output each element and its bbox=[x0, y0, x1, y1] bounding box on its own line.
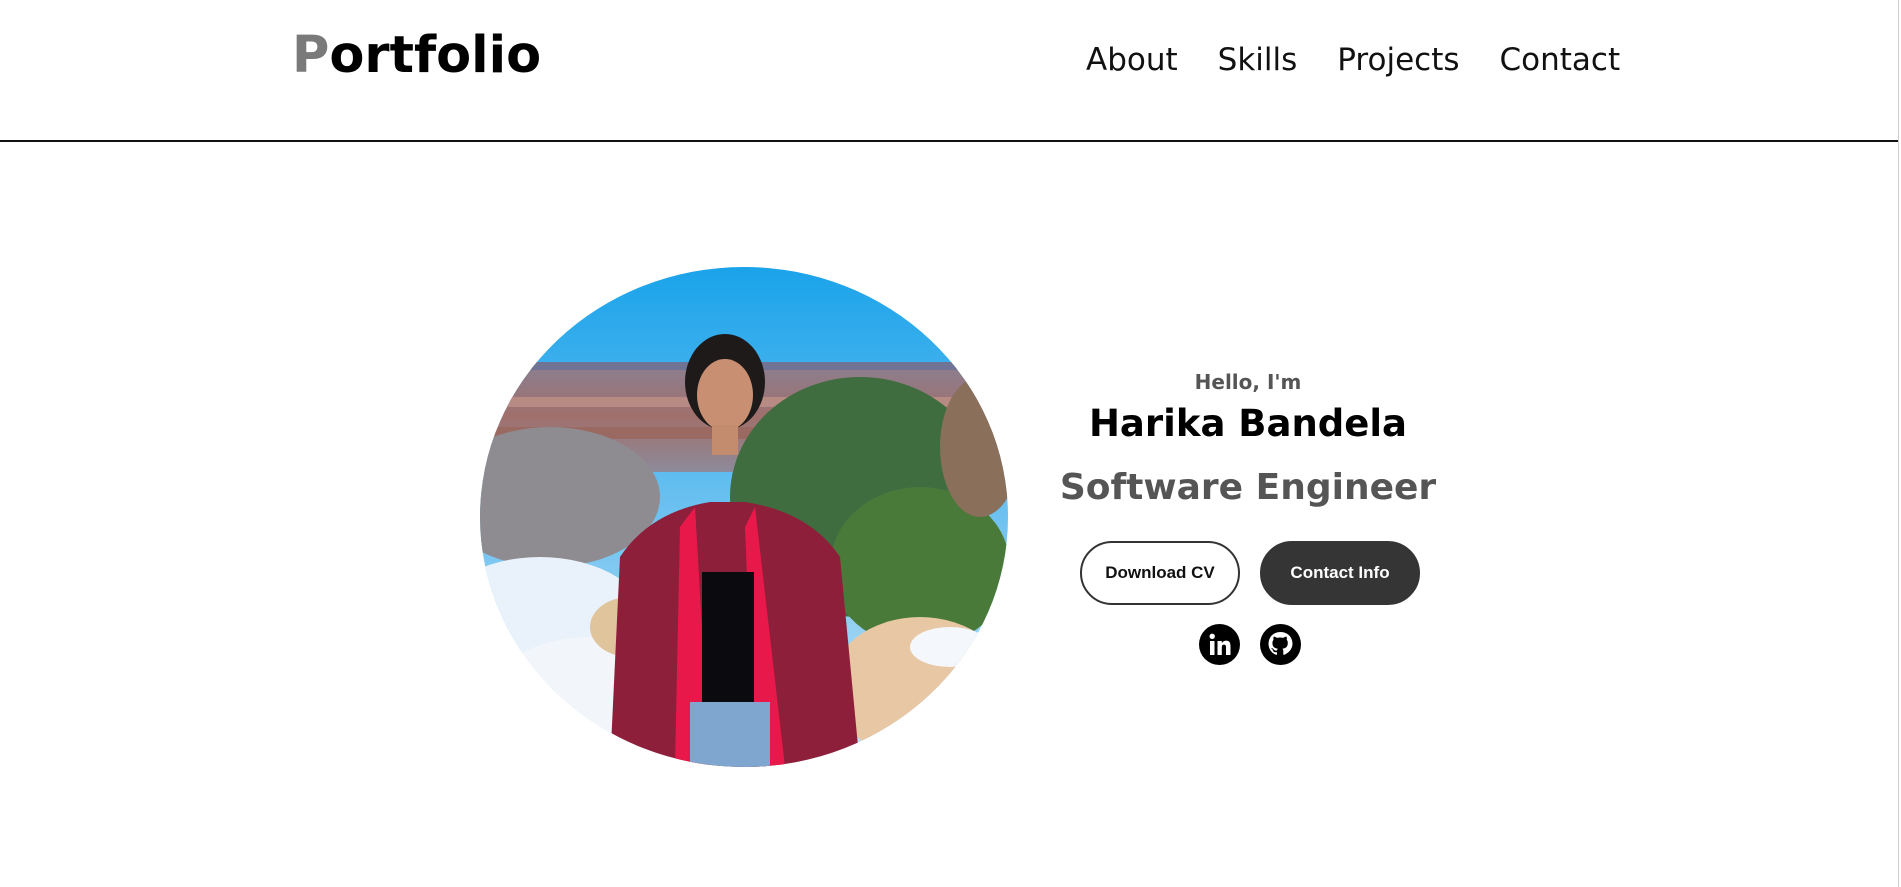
nav-about[interactable]: About bbox=[1086, 43, 1178, 77]
logo-rest: ortfolio bbox=[329, 26, 542, 85]
main-nav: About Skills Projects Contact bbox=[1086, 43, 1620, 77]
intro-section: Hello, I'm Harika Bandela Software Engin… bbox=[1048, 370, 1448, 508]
contact-info-button[interactable]: Contact Info bbox=[1260, 541, 1420, 605]
site-header: Portfolio About Skills Projects Contact bbox=[0, 0, 1899, 142]
greeting-text: Hello, I'm bbox=[1194, 370, 1302, 394]
nav-projects[interactable]: Projects bbox=[1337, 43, 1459, 77]
job-title: Software Engineer bbox=[1059, 467, 1437, 508]
social-links bbox=[1199, 624, 1301, 665]
profile-picture bbox=[480, 267, 1008, 767]
logo-first-letter: P bbox=[292, 26, 330, 85]
nav-skills[interactable]: Skills bbox=[1218, 43, 1298, 77]
linkedin-icon[interactable] bbox=[1199, 624, 1240, 665]
portfolio-page: Portfolio About Skills Projects Contact bbox=[0, 0, 1901, 887]
download-cv-button[interactable]: Download CV bbox=[1080, 541, 1240, 605]
nav-contact[interactable]: Contact bbox=[1500, 43, 1621, 77]
github-icon[interactable] bbox=[1260, 624, 1301, 665]
page-edge-divider bbox=[1898, 0, 1899, 887]
logo[interactable]: Portfolio bbox=[292, 30, 541, 81]
hero-buttons: Download CV Contact Info bbox=[1080, 541, 1420, 605]
person-name: Harika Bandela bbox=[1088, 402, 1408, 445]
